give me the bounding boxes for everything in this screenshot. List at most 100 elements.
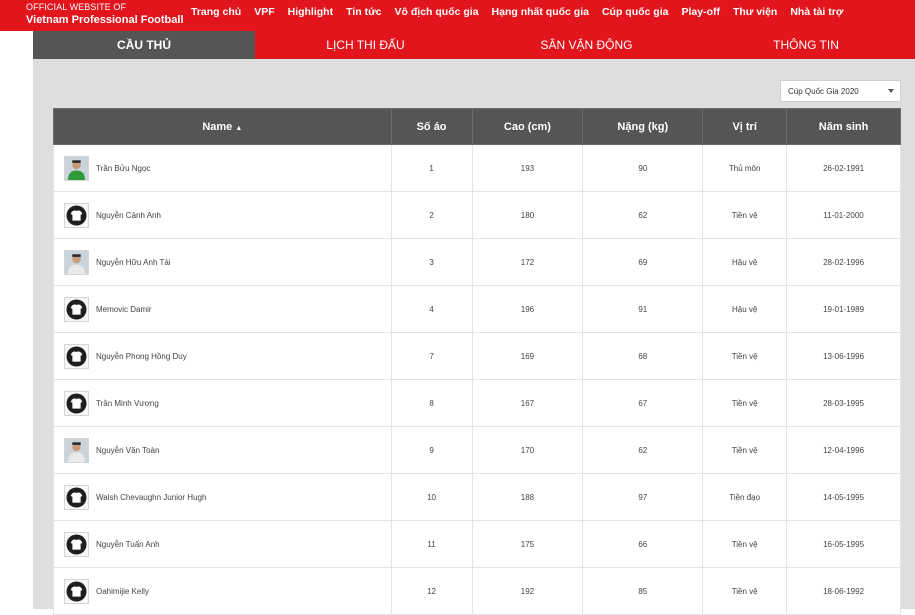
- player-photo[interactable]: [64, 155, 89, 181]
- table-row[interactable]: Oahimijie Kelly 12 192 85 Tiền vệ 18-06-1992: [53, 567, 901, 615]
- table-row[interactable]: Trần Minh Vương 8 167 67 Tiền vệ 28-03-1995: [53, 379, 901, 427]
- site-brand[interactable]: OFFICIAL WEBSITE OF Vietnam Professional…: [26, 1, 184, 27]
- player-number: 9: [390, 426, 473, 474]
- player-weight: 62: [582, 191, 704, 239]
- column-header-position[interactable]: Vị trí: [702, 108, 788, 145]
- player-birthdate: 28-03-1995: [786, 379, 901, 427]
- player-name[interactable]: Nguyễn Văn Toàn: [96, 446, 159, 455]
- jersey-icon[interactable]: [64, 484, 89, 510]
- player-name[interactable]: Walsh Chevaughn Junior Hugh: [96, 493, 206, 502]
- player-photo[interactable]: [64, 437, 89, 463]
- nav-item[interactable]: Trang chủ: [191, 6, 241, 18]
- table-row[interactable]: Nguyễn Văn Toàn 9 170 62 Tiền vệ 12-04-1996: [53, 426, 901, 474]
- nav-item[interactable]: Hạng nhất quốc gia: [492, 6, 589, 18]
- jersey-icon[interactable]: [64, 531, 89, 557]
- nav-item[interactable]: VPF: [254, 6, 274, 18]
- table-row[interactable]: Trần Bửu Ngọc 1 193 90 Thủ môn 26-02-1991: [53, 144, 901, 192]
- table-header-row: Name ▲ Số áo Cao (cm) Nặng (kg) Vị trí Nă…: [53, 108, 901, 145]
- tab-stadium[interactable]: SÂN VẬN ĐỘNG: [476, 31, 697, 59]
- players-table-body: Trần Bửu Ngọc 1 193 90 Thủ môn 26-02-1991 Nguy…: [53, 144, 901, 615]
- nav-item[interactable]: Thư viện: [733, 6, 777, 18]
- player-number: 2: [390, 191, 473, 239]
- table-row[interactable]: Walsh Chevaughn Junior Hugh 10 188 97 Tiền đ…: [53, 473, 901, 521]
- player-number: 7: [390, 332, 473, 380]
- column-header-birth[interactable]: Năm sinh: [786, 108, 901, 145]
- player-number: 8: [390, 379, 473, 427]
- tab-players[interactable]: CẦU THỦ: [33, 31, 255, 59]
- season-select-value: Cúp Quốc Gia 2020: [788, 86, 859, 96]
- player-link[interactable]: Memovic Damir: [64, 296, 391, 322]
- nav-item[interactable]: Nhà tài trợ: [790, 6, 843, 18]
- player-link[interactable]: Oahimijie Kelly: [64, 578, 391, 604]
- player-name-cell: Memovic Damir: [53, 285, 392, 333]
- players-table: Name ▲ Số áo Cao (cm) Nặng (kg) Vị trí Nă…: [53, 108, 901, 615]
- table-row[interactable]: Nguyễn Cảnh Anh 2 180 62 Tiền vệ 11-01-2000: [53, 191, 901, 239]
- player-birthdate: 16-05-1995: [786, 520, 901, 568]
- tab-schedule[interactable]: LỊCH THI ĐẤU: [255, 31, 476, 59]
- player-height: 169: [471, 332, 584, 380]
- table-row[interactable]: Nguyễn Tuấn Anh 11 175 66 Tiền vệ 16-05-1995: [53, 520, 901, 568]
- player-weight: 68: [582, 332, 704, 380]
- player-name-cell: Oahimijie Kelly: [53, 567, 392, 615]
- player-name[interactable]: Trần Bửu Ngọc: [96, 164, 150, 173]
- player-link[interactable]: Nguyễn Tuấn Anh: [64, 531, 391, 557]
- player-height: 180: [471, 191, 584, 239]
- column-header-name[interactable]: Name ▲: [53, 108, 392, 145]
- nav-item[interactable]: Tin tức: [346, 6, 381, 18]
- player-link[interactable]: Nguyễn Phong Hồng Duy: [64, 343, 391, 369]
- player-height: 175: [471, 520, 584, 568]
- player-height: 188: [471, 473, 584, 521]
- player-height: 172: [471, 238, 584, 286]
- player-number: 4: [390, 285, 473, 333]
- table-row[interactable]: Memovic Damir 4 196 91 Hậu vệ 19-01-1989: [53, 285, 901, 333]
- player-position: Tiền vệ: [702, 332, 788, 380]
- player-number: 3: [390, 238, 473, 286]
- player-weight: 90: [582, 144, 704, 192]
- player-name[interactable]: Nguyễn Phong Hồng Duy: [96, 352, 187, 361]
- jersey-icon[interactable]: [64, 578, 89, 604]
- player-link[interactable]: Nguyễn Văn Toàn: [64, 437, 391, 463]
- player-link[interactable]: Trần Minh Vương: [64, 390, 391, 416]
- player-number: 11: [390, 520, 473, 568]
- player-name[interactable]: Oahimijie Kelly: [96, 587, 149, 596]
- player-name-cell: Nguyễn Phong Hồng Duy: [53, 332, 392, 380]
- player-name[interactable]: Nguyễn Cảnh Anh: [96, 211, 161, 220]
- brand-tagline: OFFICIAL WEBSITE OF: [26, 2, 127, 12]
- player-photo[interactable]: [64, 249, 89, 275]
- jersey-icon[interactable]: [64, 390, 89, 416]
- player-link[interactable]: Trần Bửu Ngọc: [64, 155, 391, 181]
- player-link[interactable]: Walsh Chevaughn Junior Hugh: [64, 484, 391, 510]
- jersey-icon[interactable]: [64, 343, 89, 369]
- player-weight: 91: [582, 285, 704, 333]
- season-select[interactable]: Cúp Quốc Gia 2020: [780, 80, 901, 102]
- player-name[interactable]: Trần Minh Vương: [96, 399, 159, 408]
- player-weight: 66: [582, 520, 704, 568]
- nav-item[interactable]: Vô địch quốc gia: [395, 6, 479, 18]
- column-header-weight[interactable]: Nặng (kg): [582, 108, 704, 145]
- player-height: 170: [471, 426, 584, 474]
- player-name[interactable]: Nguyễn Hữu Anh Tài: [96, 258, 171, 267]
- player-link[interactable]: Nguyễn Hữu Anh Tài: [64, 249, 391, 275]
- content-area: Cúp Quốc Gia 2020 Name ▲ Số áo Cao (cm) N…: [33, 59, 915, 615]
- column-header-number[interactable]: Số áo: [390, 108, 473, 145]
- nav-item[interactable]: Play-off: [681, 6, 720, 18]
- player-birthdate: 14-05-1995: [786, 473, 901, 521]
- jersey-icon[interactable]: [64, 202, 89, 228]
- column-header-height[interactable]: Cao (cm): [471, 108, 584, 145]
- table-row[interactable]: Nguyễn Hữu Anh Tài 3 172 69 Hậu vệ 28-02-1996: [53, 238, 901, 286]
- jersey-icon[interactable]: [64, 296, 89, 322]
- player-position: Thủ môn: [702, 144, 788, 192]
- player-name[interactable]: Nguyễn Tuấn Anh: [96, 540, 160, 549]
- nav-item[interactable]: Cúp quốc gia: [602, 6, 669, 18]
- nav-item[interactable]: Highlight: [288, 6, 334, 18]
- sort-ascending-icon[interactable]: ▲: [235, 125, 242, 132]
- player-weight: 85: [582, 567, 704, 615]
- player-birthdate: 26-02-1991: [786, 144, 901, 192]
- player-position: Hậu vệ: [702, 285, 788, 333]
- player-name[interactable]: Memovic Damir: [96, 305, 152, 314]
- player-link[interactable]: Nguyễn Cảnh Anh: [64, 202, 391, 228]
- top-header: OFFICIAL WEBSITE OF Vietnam Professional…: [0, 0, 915, 31]
- tab-info[interactable]: THÔNG TIN: [697, 31, 915, 59]
- table-row[interactable]: Nguyễn Phong Hồng Duy 7 169 68 Tiền vệ 13-06-…: [53, 332, 901, 380]
- player-position: Tiền vệ: [702, 520, 788, 568]
